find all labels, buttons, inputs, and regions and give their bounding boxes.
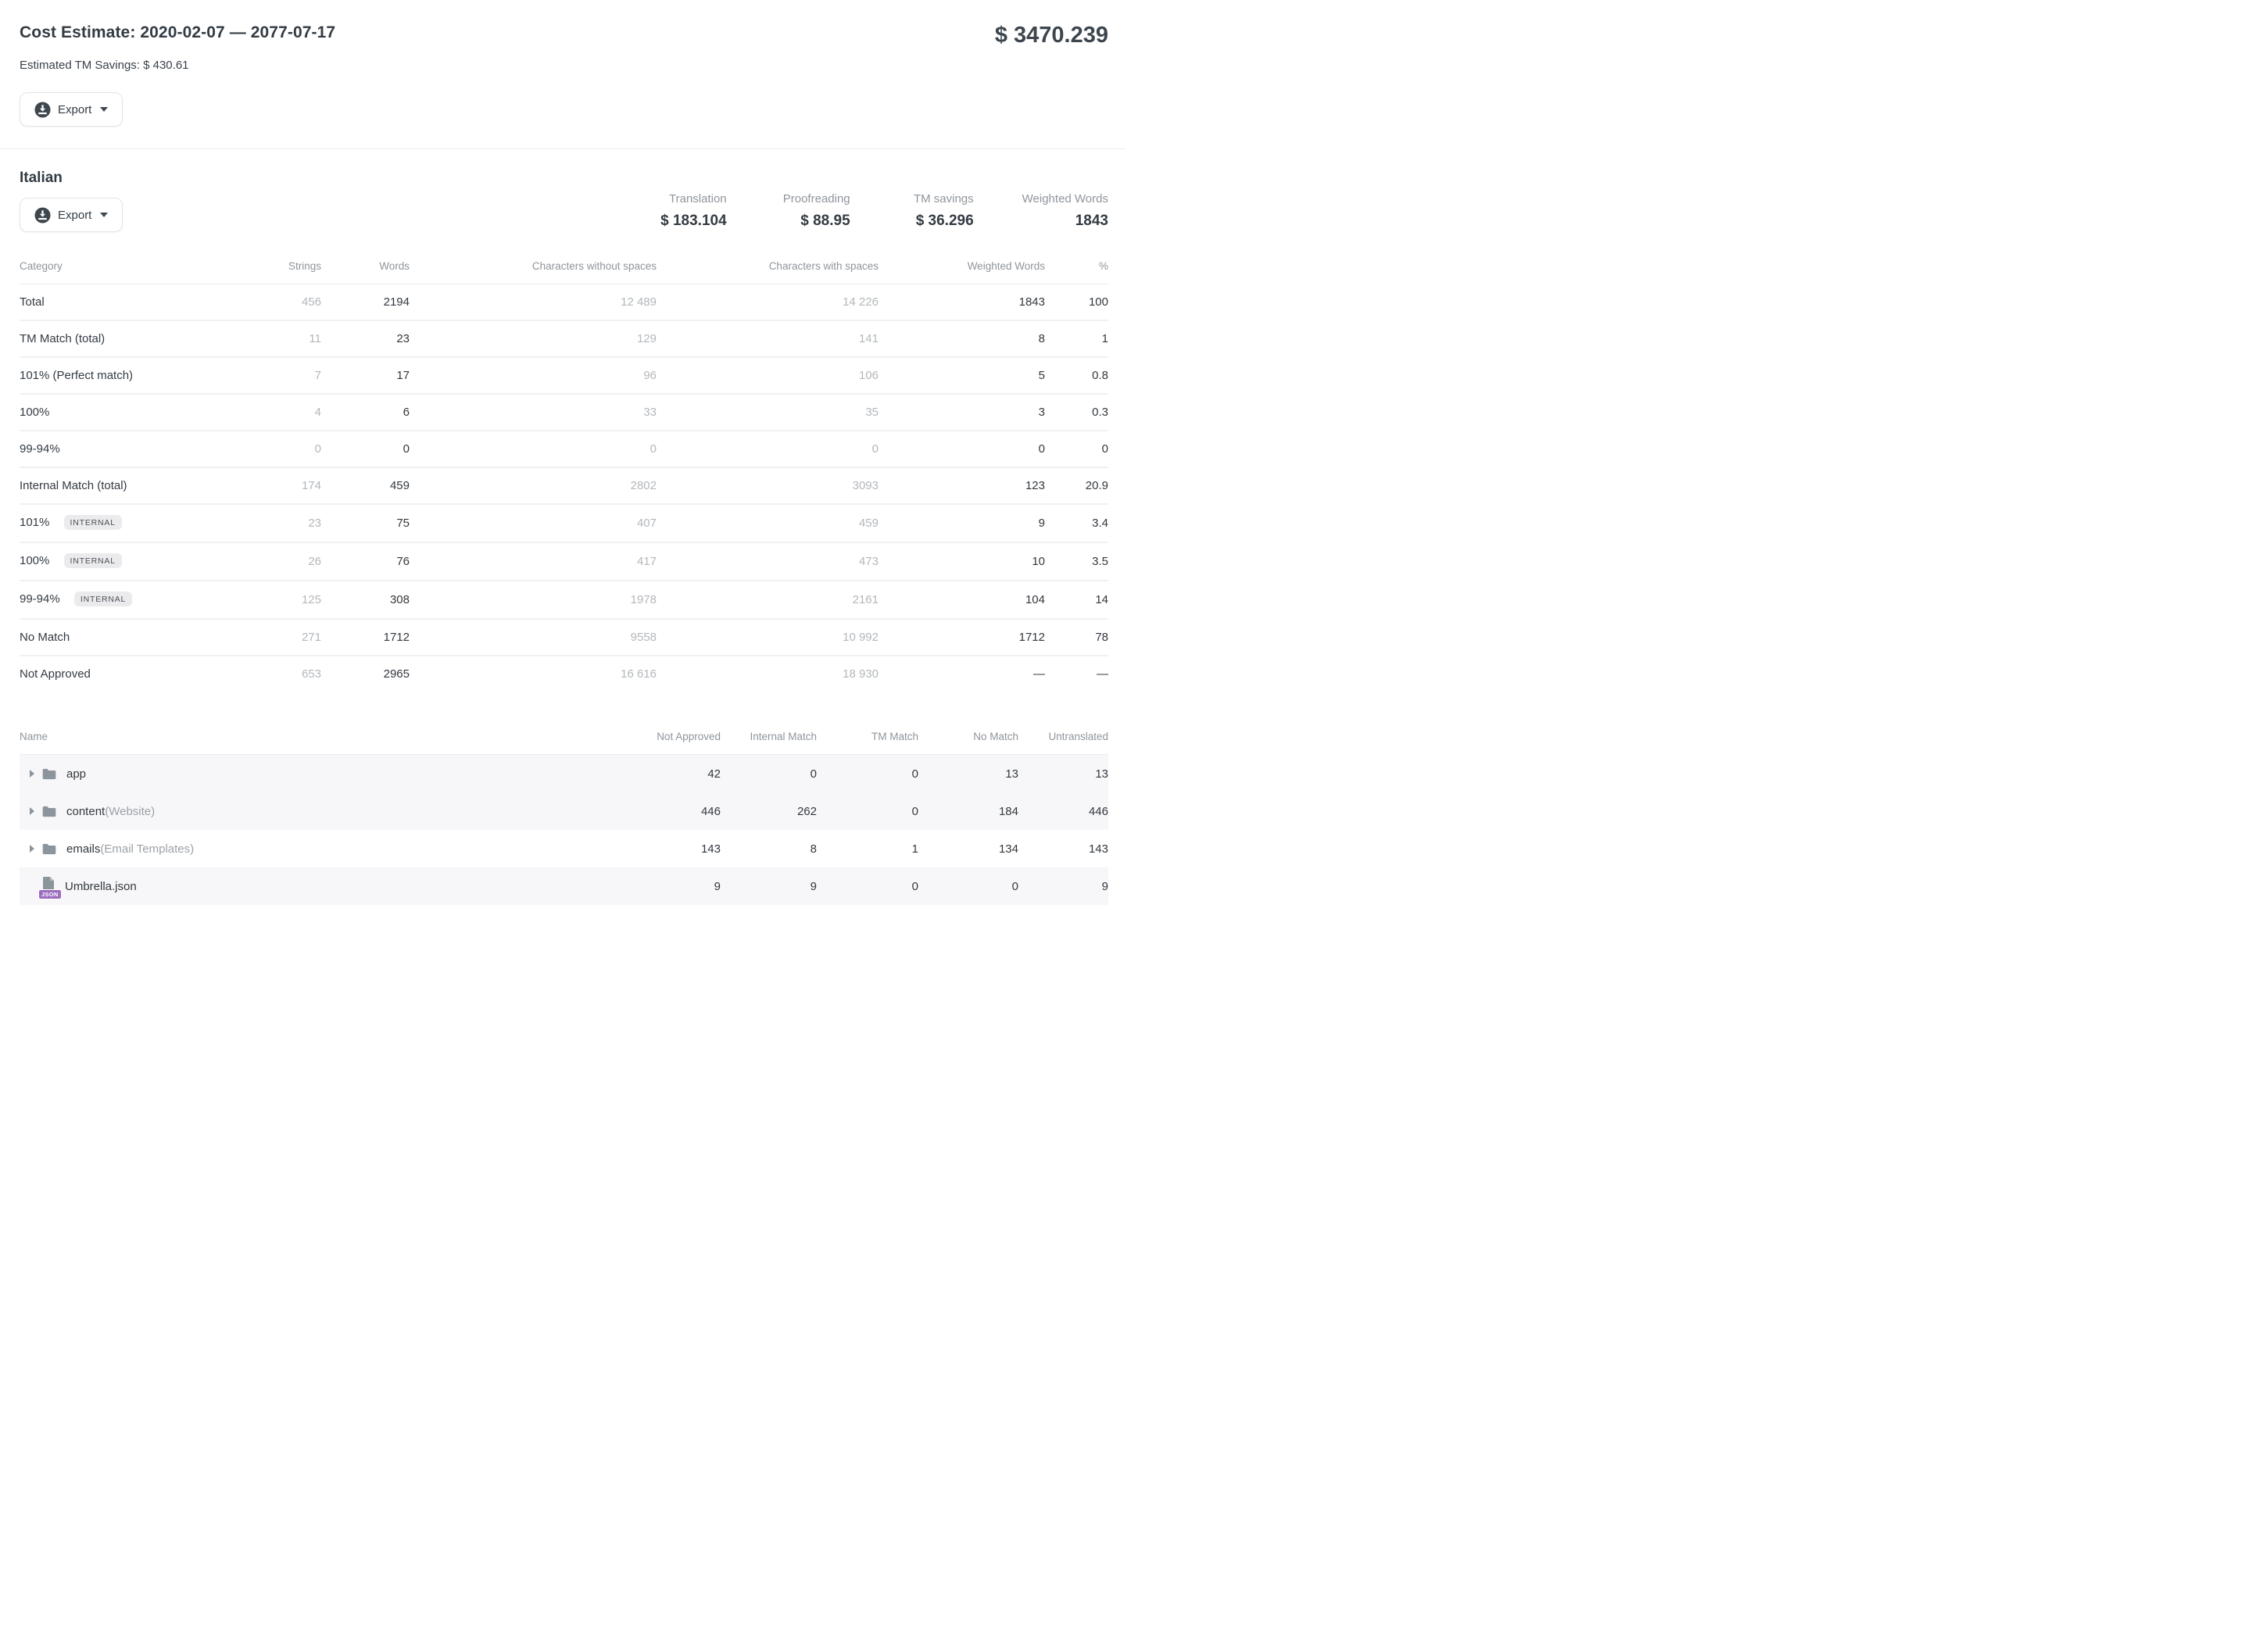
col-percent: % bbox=[1045, 251, 1108, 284]
internal-badge: INTERNAL bbox=[64, 515, 122, 530]
language-section-header: Italian Export Translation $ 183.104 Pro… bbox=[20, 170, 1108, 232]
col-words: Words bbox=[321, 251, 410, 284]
table-row: TM Match (total) 11 23 129 141 8 1 bbox=[20, 320, 1108, 357]
table-row: 101% (Perfect match) 7 17 96 106 5 0.8 bbox=[20, 357, 1108, 394]
language-name: Italian bbox=[20, 170, 123, 187]
export-report-button[interactable]: Export bbox=[20, 92, 123, 127]
total-price: $ 3470.239 bbox=[995, 23, 1108, 48]
stat-tm-savings: TM savings $ 36.296 bbox=[899, 192, 974, 230]
file-suffix: (Email Templates) bbox=[100, 842, 194, 856]
folder-icon bbox=[41, 805, 57, 818]
file-row-emails[interactable]: emails(Email Templates) 143 8 1 134 143 bbox=[20, 830, 1108, 867]
col-untranslated: Untranslated bbox=[1018, 721, 1108, 755]
category-label: 100% bbox=[20, 554, 49, 567]
stat-label: Weighted Words bbox=[1022, 192, 1108, 206]
category-table-header-row: Category Strings Words Characters withou… bbox=[20, 251, 1108, 284]
chevron-down-icon bbox=[100, 107, 108, 112]
category-label: No Match bbox=[20, 619, 243, 656]
col-internal-match: Internal Match bbox=[721, 721, 817, 755]
file-suffix: (Website) bbox=[105, 805, 155, 818]
cost-estimate-page: Cost Estimate: 2020-02-07 — 2077-07-17 E… bbox=[0, 0, 1126, 913]
file-name: Umbrella.json bbox=[65, 880, 137, 893]
stat-label: TM savings bbox=[899, 192, 974, 206]
table-row: Not Approved 653 2965 16 616 18 930 — — bbox=[20, 656, 1108, 692]
stat-value: $ 36.296 bbox=[899, 213, 974, 230]
col-chars-with-spaces: Characters with spaces bbox=[657, 251, 879, 284]
expand-arrow-icon[interactable] bbox=[30, 807, 34, 815]
table-row: 99-94% INTERNAL 125 308 1978 2161 104 14 bbox=[20, 581, 1108, 619]
table-row: 99-94% 0 0 0 0 0 0 bbox=[20, 431, 1108, 467]
table-row: 101% INTERNAL 23 75 407 459 9 3.4 bbox=[20, 504, 1108, 542]
category-label: 99-94% bbox=[20, 592, 60, 606]
category-label: 100% bbox=[20, 394, 243, 431]
internal-badge: INTERNAL bbox=[64, 553, 122, 568]
col-chars-without-spaces: Characters without spaces bbox=[410, 251, 657, 284]
table-row: Internal Match (total) 174 459 2802 3093… bbox=[20, 467, 1108, 504]
files-table: Name Not Approved Internal Match TM Matc… bbox=[20, 721, 1108, 905]
section-divider bbox=[0, 148, 1126, 149]
cost-stats: Translation $ 183.104 Proofreading $ 88.… bbox=[603, 192, 1108, 232]
report-header: Cost Estimate: 2020-02-07 — 2077-07-17 E… bbox=[20, 23, 1108, 127]
export-button-label: Export bbox=[58, 103, 91, 116]
expand-arrow-icon[interactable] bbox=[30, 845, 34, 853]
folder-icon bbox=[41, 842, 57, 856]
expand-arrow-icon[interactable] bbox=[30, 770, 34, 778]
stat-label: Translation bbox=[652, 192, 727, 206]
stat-translation: Translation $ 183.104 bbox=[652, 192, 727, 230]
table-row: 100% INTERNAL 26 76 417 473 10 3.5 bbox=[20, 542, 1108, 581]
col-weighted-words: Weighted Words bbox=[879, 251, 1045, 284]
col-strings: Strings bbox=[243, 251, 321, 284]
file-row-umbrella-json[interactable]: JSON Umbrella.json 9 9 0 0 9 bbox=[20, 867, 1108, 905]
chevron-down-icon bbox=[100, 213, 108, 217]
file-name: emails bbox=[66, 842, 100, 856]
col-name: Name bbox=[20, 721, 603, 755]
download-icon bbox=[34, 102, 51, 118]
tm-savings-subtitle: Estimated TM Savings: $ 430.61 bbox=[20, 59, 335, 72]
category-label: 101% bbox=[20, 516, 49, 529]
json-type-badge: JSON bbox=[38, 889, 62, 900]
file-name: content bbox=[66, 805, 105, 818]
stat-value: 1843 bbox=[1022, 213, 1108, 230]
json-file-icon: JSON bbox=[41, 876, 55, 896]
category-table: Category Strings Words Characters withou… bbox=[20, 251, 1108, 692]
category-label: TM Match (total) bbox=[20, 320, 243, 357]
file-row-app[interactable]: app 42 0 0 13 13 bbox=[20, 755, 1108, 793]
category-label: Internal Match (total) bbox=[20, 467, 243, 504]
category-label: 99-94% bbox=[20, 431, 243, 467]
col-no-match: No Match bbox=[918, 721, 1018, 755]
col-not-approved: Not Approved bbox=[603, 721, 721, 755]
category-label: Total bbox=[20, 284, 243, 321]
category-label: 101% (Perfect match) bbox=[20, 357, 243, 394]
stat-weighted-words: Weighted Words 1843 bbox=[1022, 192, 1108, 230]
col-category: Category bbox=[20, 251, 243, 284]
report-header-left: Cost Estimate: 2020-02-07 — 2077-07-17 E… bbox=[20, 23, 335, 127]
folder-icon bbox=[41, 767, 57, 781]
internal-badge: INTERNAL bbox=[74, 592, 132, 606]
stat-label: Proofreading bbox=[775, 192, 850, 206]
table-row: 100% 4 6 33 35 3 0.3 bbox=[20, 394, 1108, 431]
table-row: Total 456 2194 12 489 14 226 1843 100 bbox=[20, 284, 1108, 321]
stat-proofreading: Proofreading $ 88.95 bbox=[775, 192, 850, 230]
col-tm-match: TM Match bbox=[817, 721, 918, 755]
stat-value: $ 88.95 bbox=[775, 213, 850, 230]
export-button-label: Export bbox=[58, 209, 91, 222]
file-name: app bbox=[66, 767, 86, 781]
files-table-header-row: Name Not Approved Internal Match TM Matc… bbox=[20, 721, 1108, 755]
language-header-left: Italian Export bbox=[20, 170, 123, 232]
file-row-content[interactable]: content(Website) 446 262 0 184 446 bbox=[20, 792, 1108, 830]
export-language-button[interactable]: Export bbox=[20, 198, 123, 232]
download-icon bbox=[34, 207, 51, 223]
stat-value: $ 183.104 bbox=[652, 213, 727, 230]
category-label: Not Approved bbox=[20, 656, 243, 692]
page-title: Cost Estimate: 2020-02-07 — 2077-07-17 bbox=[20, 23, 335, 42]
table-row: No Match 271 1712 9558 10 992 1712 78 bbox=[20, 619, 1108, 656]
